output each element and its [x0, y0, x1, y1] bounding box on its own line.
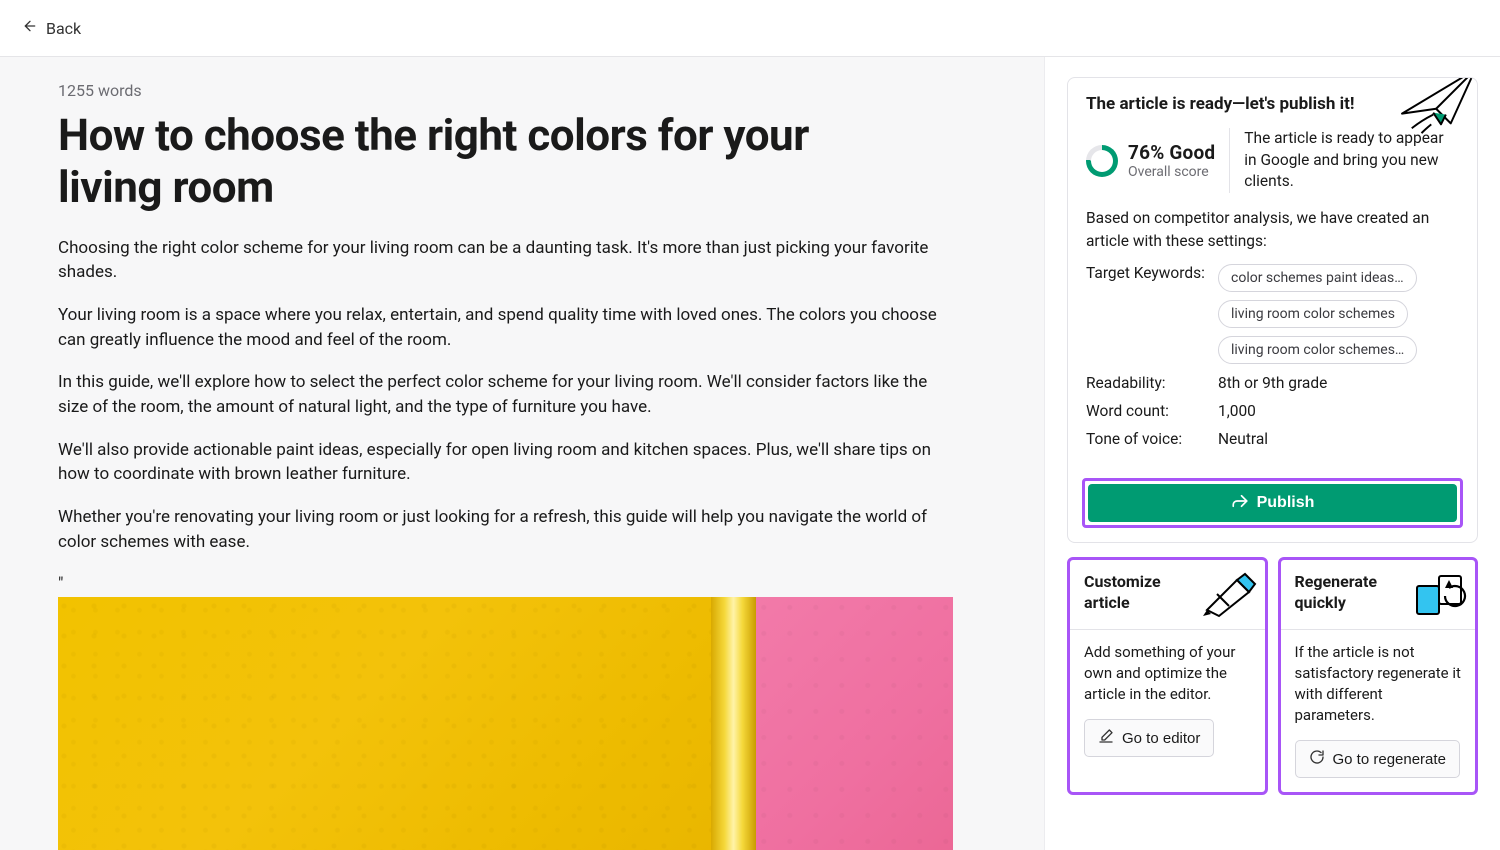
cycle-pages-icon	[1411, 572, 1467, 618]
editor-button-label: Go to editor	[1122, 730, 1200, 747]
analysis-intro: Based on competitor analysis, we have cr…	[1068, 207, 1477, 264]
keyword-chip[interactable]: living room color schemes	[1218, 300, 1408, 328]
article-title: How to choose the right colors for your …	[58, 110, 908, 214]
pen-nib-icon	[1201, 572, 1257, 618]
share-arrow-icon	[1231, 492, 1249, 515]
score-sub: Overall score	[1128, 164, 1215, 180]
wordcount-value: 1,000	[1218, 402, 1256, 420]
article-paragraph: We'll also provide actionable paint idea…	[58, 438, 958, 487]
publish-button[interactable]: Publish	[1088, 484, 1457, 522]
go-to-regenerate-button[interactable]: Go to regenerate	[1295, 740, 1460, 778]
side-panel: The article is ready—let's publish it! 7…	[1045, 57, 1500, 850]
regenerate-button-label: Go to regenerate	[1333, 751, 1446, 768]
wordcount-label: Word count:	[1086, 402, 1208, 420]
keyword-chip[interactable]: living room color schemes…	[1218, 336, 1417, 364]
article-paragraph: In this guide, we'll explore how to sele…	[58, 370, 958, 419]
pencil-icon	[1098, 728, 1114, 748]
article-paragraph: Choosing the right color scheme for your…	[58, 236, 958, 285]
readability-label: Readability:	[1086, 374, 1208, 392]
refresh-icon	[1309, 749, 1325, 769]
article-hero-image	[58, 597, 953, 850]
article-paragraph: Whether you're renovating your living ro…	[58, 505, 958, 554]
back-button[interactable]: Back	[22, 18, 81, 38]
score-value: 76% Good	[1128, 141, 1215, 164]
quote-mark: "	[58, 572, 958, 597]
tone-value: Neutral	[1218, 430, 1268, 448]
keywords-label: Target Keywords:	[1086, 264, 1208, 282]
ready-heading: The article is ready—let's publish it!	[1086, 94, 1459, 114]
back-label: Back	[46, 19, 81, 38]
regenerate-card: Regenerate quickly If the article is not…	[1278, 557, 1479, 795]
article-body: Choosing the right color scheme for your…	[58, 236, 986, 850]
publish-label: Publish	[1257, 494, 1315, 512]
readability-value: 8th or 9th grade	[1218, 374, 1327, 392]
regenerate-desc: If the article is not satisfactory regen…	[1295, 642, 1462, 726]
score-description: The article is ready to appear in Google…	[1244, 128, 1459, 193]
keyword-chip[interactable]: color schemes paint ideas…	[1218, 264, 1417, 292]
go-to-editor-button[interactable]: Go to editor	[1084, 719, 1214, 757]
article-paragraph: Your living room is a space where you re…	[58, 303, 958, 352]
arrow-left-icon	[22, 18, 38, 38]
article-pane: 1255 words How to choose the right color…	[0, 57, 1045, 850]
customize-desc: Add something of your own and optimize t…	[1084, 642, 1251, 705]
regenerate-title: Regenerate quickly	[1295, 572, 1395, 614]
tone-label: Tone of voice:	[1086, 430, 1208, 448]
customize-title: Customize article	[1084, 572, 1184, 614]
publish-highlight: Publish	[1082, 478, 1463, 528]
score-donut-icon	[1086, 145, 1118, 177]
word-count: 1255 words	[58, 81, 986, 100]
ready-card: The article is ready—let's publish it! 7…	[1067, 77, 1478, 543]
customize-card: Customize article Add something of your …	[1067, 557, 1268, 795]
